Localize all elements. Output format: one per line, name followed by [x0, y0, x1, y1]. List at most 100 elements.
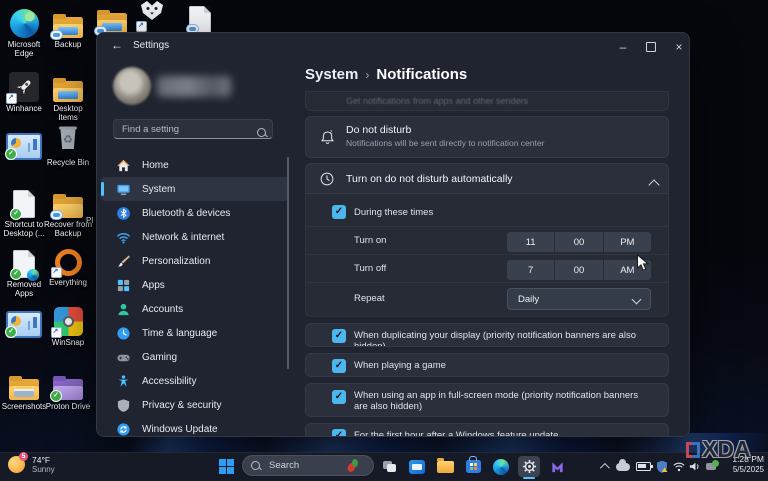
- battery-tray-icon[interactable]: [634, 456, 652, 477]
- repeat-dropdown[interactable]: Daily: [507, 288, 651, 310]
- turn-on-time-picker[interactable]: 11 00 PM: [507, 232, 651, 252]
- person-icon: [115, 301, 131, 317]
- turn-on-hour[interactable]: 11: [507, 232, 554, 252]
- sidebar-item-system[interactable]: System: [101, 177, 289, 201]
- schedule-clock-icon: [319, 171, 335, 192]
- chevron-up-icon[interactable]: [650, 176, 658, 194]
- file-explorer-button[interactable]: [434, 456, 456, 477]
- proton-mail-button[interactable]: [546, 456, 568, 477]
- maximize-button[interactable]: [638, 37, 664, 57]
- sidebar-item-accounts[interactable]: Accounts: [101, 297, 289, 321]
- avatar[interactable]: [113, 67, 151, 105]
- do-not-disturb-bell-icon: z: [319, 129, 336, 151]
- desktop-icon-removed-apps[interactable]: ✓ Removed Apps: [0, 246, 48, 298]
- dnd-subtitle: Notifications will be sent directly to n…: [346, 138, 544, 148]
- rule-checkbox[interactable]: ✓: [332, 429, 346, 437]
- desktop-icon-microsoft-edge[interactable]: Microsoft Edge: [0, 6, 48, 58]
- sidebar-item-windows-update[interactable]: Windows Update: [101, 417, 289, 437]
- desktop-icon-foobar2000[interactable]: [128, 0, 176, 32]
- outlook-button[interactable]: [406, 456, 428, 477]
- desktop-icon-screenshots[interactable]: Screenshots: [0, 368, 48, 411]
- desktop-icon-hidden-document[interactable]: [176, 2, 224, 34]
- sidebar-item-bluetooth[interactable]: Bluetooth & devices: [101, 201, 289, 225]
- gamepad-icon: [115, 349, 131, 365]
- desktop-icon-backup[interactable]: Backup: [44, 6, 92, 49]
- search-highlight-image: [348, 459, 358, 472]
- sidebar-item-label: Network & internet: [142, 232, 224, 243]
- sidebar-item-label: Gaming: [142, 352, 177, 363]
- turn-off-minute[interactable]: 00: [555, 260, 602, 280]
- edge-button[interactable]: [490, 456, 512, 477]
- start-button[interactable]: [215, 456, 237, 477]
- sidebar-item-label: Bluetooth & devices: [142, 208, 230, 219]
- shortcut-badge: [51, 327, 62, 338]
- rule-fullscreen-app[interactable]: ✓ When using an app in full-screen mode …: [305, 383, 669, 417]
- desktop-icon-everything[interactable]: Everything: [44, 244, 92, 287]
- windows-logo-icon: [219, 459, 234, 474]
- scrolled-row-text: Get notifications from apps and other se…: [346, 96, 528, 106]
- turn-off-hour[interactable]: 7: [507, 260, 554, 280]
- repeat-label: Repeat: [354, 293, 385, 304]
- sidebar-item-label: Accessibility: [142, 376, 196, 387]
- desktop-icon-chart-app[interactable]: ✓: [0, 128, 48, 162]
- desktop-icon-proton-drive[interactable]: ✓ Proton Drive: [44, 368, 92, 411]
- onedrive-tray-icon[interactable]: [614, 456, 632, 477]
- search-icon: [251, 461, 260, 470]
- taskbar-search-input[interactable]: [267, 459, 341, 472]
- tray-clock-date[interactable]: 5/5/2025: [733, 465, 764, 474]
- rule-duplicating-display[interactable]: ✓ When duplicating your display (priorit…: [305, 323, 669, 347]
- rule-checkbox[interactable]: ✓: [332, 390, 346, 404]
- task-view-button[interactable]: [378, 456, 400, 477]
- breadcrumb-parent[interactable]: System: [305, 66, 358, 83]
- desktop-icon-winsnap[interactable]: WinSnap: [44, 304, 92, 347]
- settings-button-active[interactable]: [518, 456, 540, 477]
- sidebar-scrollbar[interactable]: [287, 157, 289, 369]
- maximize-icon: [646, 42, 656, 52]
- turn-off-time-picker[interactable]: 7 00 AM: [507, 260, 651, 280]
- chart-icon: ✓: [6, 133, 42, 160]
- cloud-sync-badge: [50, 30, 63, 40]
- sidebar-item-accessibility[interactable]: Accessibility: [101, 369, 289, 393]
- during-times-checkbox[interactable]: ✓: [332, 205, 346, 219]
- turn-on-minute[interactable]: 00: [555, 232, 602, 252]
- mouse-cursor: [636, 254, 650, 277]
- minimize-button[interactable]: –: [610, 37, 636, 57]
- desktop-icon-label: Proton Drive: [44, 402, 92, 411]
- auto-dnd-header[interactable]: Turn on do not disturb automatically: [305, 163, 669, 194]
- turn-on-period[interactable]: PM: [604, 232, 651, 252]
- check-badge: ✓: [50, 390, 62, 402]
- desktop-icon-desktop-items[interactable]: Desktop Items: [44, 70, 92, 122]
- rule-checkbox[interactable]: ✓: [332, 359, 346, 373]
- user-name-redacted: [157, 76, 231, 97]
- rule-checkbox[interactable]: ✓: [332, 329, 346, 343]
- document-icon: ✓: [13, 190, 35, 218]
- back-button[interactable]: ←: [111, 38, 123, 52]
- desktop-icon-recover-from-backup[interactable]: Recover from Backup: [44, 186, 92, 238]
- settings-search-input[interactable]: [113, 119, 273, 139]
- desktop-icon-winhance[interactable]: Winhance: [0, 70, 48, 113]
- microsoft-store-button[interactable]: [462, 456, 484, 477]
- svg-text:z: z: [330, 129, 333, 135]
- microsoft-store-icon: [466, 460, 481, 473]
- desktop-icon-chart-app-2[interactable]: ✓: [0, 306, 48, 340]
- desktop-icon-recycle-bin[interactable]: ♻ Recycle Bin: [44, 124, 92, 167]
- tray-chevron-up[interactable]: [595, 456, 611, 477]
- clipped-icon-label: Pl: [86, 216, 96, 225]
- desktop-icon-shortcut-to-desktop[interactable]: ✓ Shortcut to Desktop (...: [0, 186, 48, 238]
- taskbar-search[interactable]: [242, 455, 374, 476]
- weather-widget[interactable]: 5 74°F Sunny: [8, 455, 55, 474]
- rule-after-feature-update[interactable]: ✓ For the first hour after a Windows fea…: [305, 423, 669, 437]
- sidebar-item-home[interactable]: Home: [101, 153, 289, 177]
- update-icon: [115, 421, 131, 437]
- svg-text:♻: ♻: [63, 134, 73, 146]
- close-button[interactable]: ×: [666, 37, 690, 57]
- sidebar-item-privacy-security[interactable]: Privacy & security: [101, 393, 289, 417]
- sidebar-item-gaming[interactable]: Gaming: [101, 345, 289, 369]
- sidebar-item-personalization[interactable]: Personalization: [101, 249, 289, 273]
- sidebar-item-time-language[interactable]: Time & language: [101, 321, 289, 345]
- sidebar-item-apps[interactable]: Apps: [101, 273, 289, 297]
- sidebar-item-network[interactable]: Network & internet: [101, 225, 289, 249]
- security-tray-icon[interactable]: [653, 456, 671, 477]
- rule-playing-game[interactable]: ✓ When playing a game: [305, 353, 669, 377]
- wifi-tray-icon[interactable]: [671, 456, 687, 477]
